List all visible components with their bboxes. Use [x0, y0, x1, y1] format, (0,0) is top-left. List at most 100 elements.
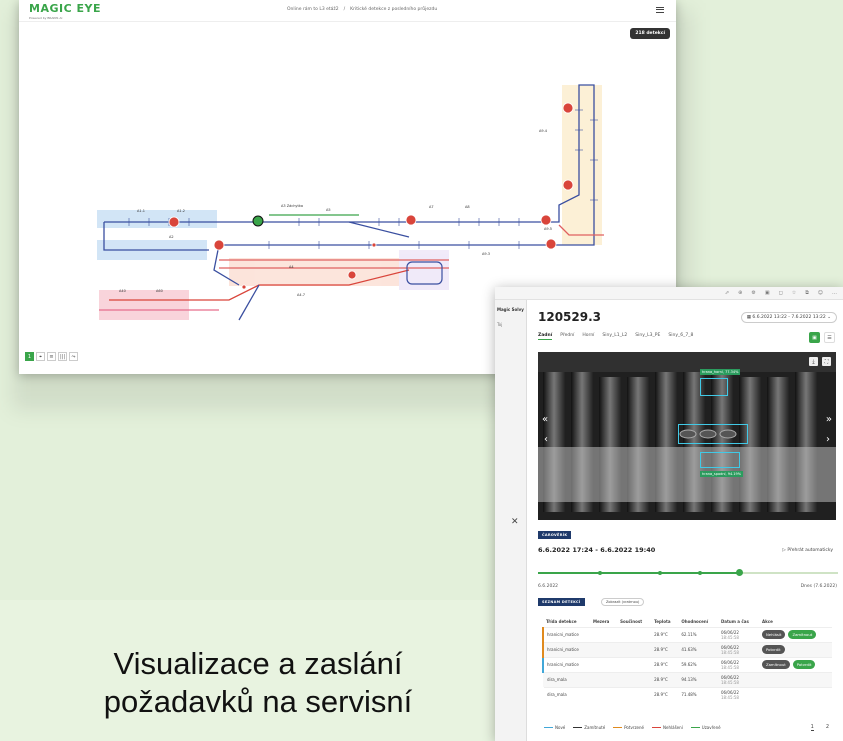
close-icon[interactable]: ✕	[511, 517, 519, 527]
score-cell: 62.11%	[678, 626, 718, 642]
temperature-cell: 28.9°C	[651, 626, 679, 642]
collections-icon[interactable]: ⧉	[805, 290, 809, 296]
date-text: 06/06/22	[720, 644, 739, 650]
caption: Visualizace a zaslání požadavků na servi…	[38, 645, 478, 721]
camera-tabs: Zadní Přední Horní Siny_L1_L2 Siny_L3_PE…	[538, 333, 693, 340]
zoom-icon[interactable]: ⊕	[738, 290, 742, 296]
table-row[interactable]: hranicni_matice 28.9°C 59.62% 06/06/22 18…	[542, 656, 832, 672]
tool-one-button[interactable]: 1	[25, 352, 34, 361]
status-badge: ČAROVĚRÍK	[538, 531, 572, 539]
column-header[interactable]: Akce	[759, 617, 832, 627]
column-header[interactable]: Mezera	[590, 617, 617, 627]
previous-image-icon[interactable]: ‹	[544, 434, 548, 445]
reject-button[interactable]: Zamítnout	[788, 630, 817, 639]
locate-icon[interactable]: ⌖	[36, 352, 45, 361]
legend-label: Uzavřené	[701, 725, 721, 730]
image-view-icon[interactable]: ▣	[809, 332, 820, 343]
svg-text:A8: A8	[465, 205, 470, 209]
fullscreen-icon[interactable]: ⛶	[822, 357, 831, 366]
detection-box[interactable]	[700, 378, 728, 396]
class-cell: hranicni_matice	[542, 656, 590, 672]
tab-horni[interactable]: Horní	[582, 333, 594, 340]
share-icon[interactable]: ⬀	[725, 290, 729, 296]
page-link[interactable]: 2	[826, 724, 829, 731]
map-toolbar: 1 ⌖ ≡ ||| ⤳	[25, 352, 78, 361]
detail-window: ⬀ ⊕ ⚙ ▣ ◻ ☆ ⧉ ☺ … Magic Solvy Toj ✕ 1205…	[495, 287, 843, 741]
date-range-picker[interactable]: ▦ 6.6.2022 13:22 - 7.6.2022 13:22 ⌄	[740, 312, 837, 323]
svg-text:A9.4: A9.4	[539, 129, 548, 133]
table-header-row: Třída detekce Mezera Součinost Teplota O…	[543, 617, 832, 627]
favorite-icon[interactable]: ☆	[792, 290, 796, 296]
datetime-cell: 06/06/22 18:45:58	[717, 641, 759, 657]
camera-image: hrana_horní, 77.34% hrana_spodní, 94.19%…	[538, 352, 836, 520]
browser-toolbar: ⬀ ⊕ ⚙ ▣ ◻ ☆ ⧉ ☺ …	[495, 287, 843, 300]
detections-list-label: SEZNAM DETEKCÍ	[538, 598, 585, 606]
extension-icon[interactable]: ▣	[765, 290, 770, 296]
confirm-button[interactable]: Potvrdit	[761, 645, 785, 654]
timeline-start: 6.6.2022	[538, 584, 559, 589]
column-header[interactable]: Součinost	[617, 617, 651, 627]
reject-button[interactable]: Zamítnout	[761, 660, 790, 669]
class-cell: hranicni_matice	[542, 641, 590, 657]
column-header[interactable]: Datum a čas	[718, 617, 759, 627]
tab-siny-l3-pe[interactable]: Siny_L3_PE	[635, 333, 660, 340]
profile-icon[interactable]: ☺	[818, 290, 823, 296]
confirm-button[interactable]: Potvrdit	[792, 660, 816, 669]
table-row[interactable]: hranicni_matice 28.9°C 62.11% 06/06/22 18…	[542, 626, 832, 642]
caption-line: požadavků na servisní	[103, 684, 413, 719]
list-view-icon[interactable]: ☰	[824, 332, 835, 343]
legend-item: Zamítnuté	[573, 725, 605, 730]
timeline-slider[interactable]	[538, 569, 838, 576]
column-header[interactable]: Třída detekce	[543, 617, 590, 627]
tab-siny-6-7-8[interactable]: Siny_6_7_8	[668, 333, 693, 340]
time-text: 18:45:58	[720, 679, 739, 685]
column-header[interactable]: Teplota	[651, 617, 678, 627]
legend-label: Nové	[555, 725, 566, 730]
more-icon[interactable]: …	[832, 290, 837, 296]
detection-box[interactable]	[678, 424, 748, 444]
bar-chart-icon[interactable]: |||	[58, 352, 67, 361]
sidebar-title: Magic Solvy	[497, 307, 524, 312]
timeline-marker[interactable]	[598, 571, 602, 575]
last-image-icon[interactable]: »	[826, 414, 832, 425]
window-icon[interactable]: ◻	[779, 290, 783, 296]
timeline-marker[interactable]	[698, 571, 702, 575]
view-toggle: ▣ ☰	[809, 332, 835, 343]
legend-item: Nové	[544, 725, 565, 730]
tab-zadni[interactable]: Zadní	[538, 333, 553, 340]
datetime-cell: 06/06/22 18:45:58	[717, 671, 759, 687]
page-link[interactable]: 1	[810, 724, 814, 731]
sidebar-item[interactable]: Toj	[495, 322, 526, 327]
download-icon[interactable]: ⤓	[809, 357, 818, 366]
date-range-value: 6.6.2022 13:22 - 7.6.2022 13:22	[752, 315, 826, 320]
autoplay-button[interactable]: ▷ Přehrát automaticky	[782, 548, 833, 553]
table-row[interactable]: hranicni_matice 28.9°C 41.63% 06/06/22 18…	[542, 641, 832, 657]
track-lines	[99, 84, 604, 321]
show-all-button[interactable]: Zobrazit (vratrnou)	[601, 598, 645, 606]
score-cell: 59.62%	[678, 656, 718, 672]
column-header[interactable]: Ohodnocení	[678, 617, 718, 627]
tab-siny-l1-l2[interactable]: Siny_L1_L2	[602, 333, 627, 340]
timeline-handle[interactable]	[736, 569, 743, 576]
legend-item: Nehlášení	[652, 725, 683, 730]
timeline-marker[interactable]	[658, 571, 662, 575]
list-icon[interactable]: ≡	[47, 352, 56, 361]
timeline-end: Dnes (7.6.2022)	[800, 584, 837, 589]
station-marker	[252, 215, 264, 227]
caption-line: Visualizace a zaslání	[113, 646, 403, 681]
table-row[interactable]: dira_mala 28.9°C 94.13% 06/06/22 18:45:58	[543, 671, 832, 687]
first-image-icon[interactable]: «	[542, 414, 548, 425]
legend-label: Potvrzené	[624, 725, 645, 730]
class-cell: hranicni_matice	[542, 626, 590, 642]
table-row[interactable]: dira_mala 28.9°C 71.48% 06/06/22 18:45:58	[543, 686, 832, 702]
detection-label: hrana_horní, 77.34%	[700, 369, 741, 375]
date-text: 06/06/22	[720, 659, 739, 665]
next-image-icon[interactable]: ›	[826, 434, 830, 445]
detection-box[interactable]	[700, 452, 740, 468]
trend-icon[interactable]: ⤳	[69, 352, 78, 361]
autoplay-label: Přehrát automaticky	[787, 548, 833, 553]
tab-predni[interactable]: Přední	[560, 333, 574, 340]
settings-icon[interactable]: ⚙	[751, 290, 755, 296]
time-text: 18:45:58	[720, 649, 739, 655]
ignore-button[interactable]: Nehlásit	[761, 630, 786, 639]
